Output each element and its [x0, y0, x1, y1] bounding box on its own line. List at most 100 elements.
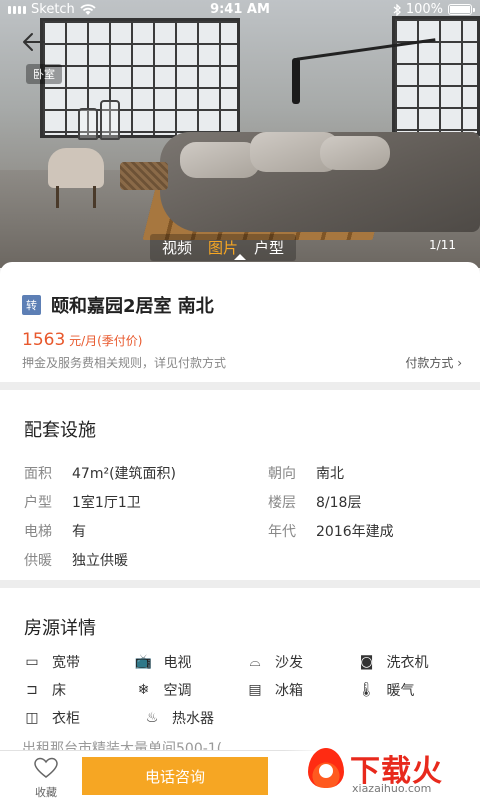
- amenity-item: ◙ 洗衣机: [357, 652, 469, 672]
- fridge-icon: ▤: [248, 682, 262, 698]
- facility-label: 朝向: [268, 465, 296, 482]
- amenity-row: ⊐ 床 ❄ 空调 ▤ 冰箱 🌡 暖气: [22, 676, 468, 704]
- facility-item: 年代 2016年建成: [268, 521, 464, 541]
- facility-grid: 面积 47m²(建筑面积) 朝向 南北 户型 1室1厅1卫 楼层 8/18层 电梯 有 年…: [24, 458, 464, 574]
- policy-row: 押金及服务费相关规则，详见付款方式 付款方式 ›: [22, 354, 462, 371]
- amenity-label: 洗衣机: [386, 655, 429, 671]
- details-card: 房源详情 ▭ 宽带 📺 电视 ⌓ 沙发 ◙ 洗衣机 ⊐ 床 ❄ 空调 ▤ 冰箱 🌡 暖气 ◫ 衣柜…: [0, 588, 480, 758]
- battery-fill: [450, 6, 470, 13]
- facility-item: 供暖 独立供暖: [24, 550, 220, 570]
- photo-lamp: [292, 58, 300, 104]
- facility-value: 独立供暖: [72, 552, 128, 569]
- amenity-grid: ▭ 宽带 📺 电视 ⌓ 沙发 ◙ 洗衣机 ⊐ 床 ❄ 空调 ▤ 冰箱 🌡 暖气 ◫ 衣柜 ♨ 热水器: [22, 648, 468, 732]
- watermark: 下载火 xiazaihuo.com: [284, 744, 480, 800]
- amenity-label: 沙发: [275, 655, 303, 671]
- facility-value: 8/18层: [316, 494, 362, 511]
- amenity-label: 衣柜: [52, 711, 80, 727]
- amenity-label: 电视: [163, 655, 192, 671]
- photo-window-right: [392, 16, 480, 136]
- amenity-item: 🌡 暖气: [357, 680, 469, 700]
- active-tab-caret: [234, 254, 246, 260]
- back-button[interactable]: [18, 30, 48, 54]
- facilities-title: 配套设施: [24, 420, 96, 441]
- facility-row: 面积 47m²(建筑面积) 朝向 南北: [24, 458, 464, 487]
- facility-value: 南北: [316, 465, 344, 482]
- battery-percent: 100%: [405, 2, 443, 17]
- amenity-row: ▭ 宽带 📺 电视 ⌓ 沙发 ◙ 洗衣机: [22, 648, 468, 676]
- watermark-flame-icon: [308, 748, 344, 788]
- photo-pillow: [320, 136, 390, 170]
- photo-stool: [48, 148, 104, 188]
- amenity-item: ❄ 空调: [134, 680, 246, 700]
- title-row: 转 颐和嘉园2居室 南北: [22, 292, 214, 318]
- tab-video[interactable]: 视频: [154, 236, 200, 259]
- policy-text: 押金及服务费相关规则，详见付款方式: [22, 356, 227, 370]
- call-button[interactable]: 电话咨询: [82, 757, 268, 795]
- facility-item: 朝向 南北: [268, 463, 464, 483]
- listing-card: 转 颐和嘉园2居室 南北 1563 元/月(季付价) 押金及服务费相关规则，详见…: [0, 262, 480, 382]
- favorite-label: 收藏: [35, 786, 57, 799]
- price-row: 1563 元/月(季付价): [22, 330, 143, 350]
- bluetooth-icon: [393, 3, 401, 16]
- facility-label: 电梯: [24, 523, 52, 540]
- tab-floorplan[interactable]: 户型: [246, 236, 292, 259]
- amenity-label: 热水器: [172, 711, 214, 727]
- amenity-item: ◫ 衣柜: [22, 708, 142, 728]
- facility-item: 面积 47m²(建筑面积): [24, 463, 268, 483]
- amenity-item: ⌓ 沙发: [245, 652, 357, 672]
- amenity-label: 空调: [163, 683, 192, 699]
- battery-icon: [448, 4, 475, 15]
- amenity-item: ▤ 冰箱: [245, 680, 357, 700]
- amenity-label: 暖气: [386, 683, 415, 699]
- details-title: 房源详情: [24, 618, 96, 639]
- heater-icon: 🌡: [357, 682, 376, 698]
- facility-value: 47m²(建筑面积): [72, 465, 176, 482]
- photo-lantern: [100, 100, 120, 140]
- amenity-item: ♨ 热水器: [142, 708, 262, 728]
- back-arrow-icon: [23, 33, 45, 51]
- wardrobe-icon: ◫: [25, 710, 39, 726]
- facility-row: 供暖 独立供暖: [24, 545, 464, 574]
- room-tag: 卧室: [26, 64, 62, 84]
- facility-label: 年代: [268, 523, 296, 540]
- washer-icon: ◙: [359, 654, 374, 670]
- photo-window-left: [40, 18, 240, 138]
- amenity-row: ◫ 衣柜 ♨ 热水器: [22, 704, 468, 732]
- photo-counter: 1/11: [429, 238, 456, 252]
- photo-lantern: [78, 108, 98, 140]
- watermark-url: xiazaihuo.com: [352, 782, 432, 795]
- facility-label: 面积: [24, 465, 52, 482]
- water-heater-icon: ♨: [145, 710, 159, 726]
- facility-value: 2016年建成: [316, 523, 394, 540]
- facility-value: 1室1厅1卫: [72, 494, 141, 511]
- room-photo[interactable]: [0, 0, 480, 268]
- facility-label: 户型: [24, 494, 52, 511]
- amenity-item: 📺 电视: [134, 652, 246, 672]
- photo-basket: [120, 162, 168, 190]
- facility-row: 户型 1室1厅1卫 楼层 8/18层: [24, 487, 464, 516]
- favorite-button[interactable]: 收藏: [26, 757, 66, 800]
- amenity-label: 宽带: [52, 655, 80, 671]
- transfer-badge: 转: [22, 295, 41, 315]
- facility-value: 有: [72, 523, 86, 540]
- heart-icon: [34, 757, 58, 778]
- photo-pillow: [180, 142, 260, 178]
- status-bar: Sketch 9:41 AM 100%: [0, 0, 480, 20]
- broadband-icon: ▭: [25, 654, 39, 670]
- ac-icon: ❄: [137, 682, 150, 698]
- listing-title: 颐和嘉园2居室 南北: [51, 296, 214, 317]
- status-right: 100%: [393, 2, 475, 17]
- sofa-icon: ⌓: [249, 654, 261, 670]
- amenity-item: ⊐ 床: [22, 680, 134, 700]
- facilities-card: 配套设施 面积 47m²(建筑面积) 朝向 南北 户型 1室1厅1卫 楼层 8/18层 …: [0, 390, 480, 580]
- facility-label: 楼层: [268, 494, 296, 511]
- price-unit: 元/月(季付价): [65, 334, 143, 348]
- photo-stool-legs: [56, 186, 96, 208]
- facility-row: 电梯 有 年代 2016年建成: [24, 516, 464, 545]
- facility-item: 户型 1室1厅1卫: [24, 492, 268, 512]
- amenity-label: 床: [52, 683, 66, 699]
- payment-method-link[interactable]: 付款方式 ›: [405, 354, 462, 371]
- tv-icon: 📺: [134, 654, 153, 670]
- facility-item: 楼层 8/18层: [268, 492, 464, 512]
- amenity-label: 冰箱: [275, 683, 303, 699]
